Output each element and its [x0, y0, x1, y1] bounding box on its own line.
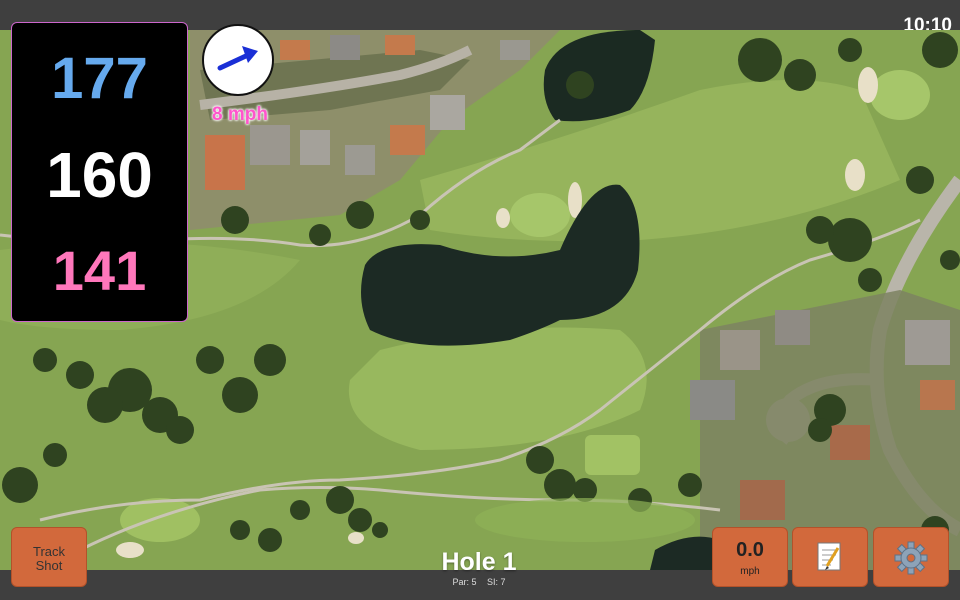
track-shot-label-line2: Shot — [35, 558, 63, 573]
wind-indicator — [202, 24, 274, 96]
gear-icon — [894, 541, 928, 575]
track-shot-button[interactable]: Track Shot — [11, 527, 87, 587]
speed-value: 0.0 — [736, 539, 764, 561]
hole-stroke-index: SI: 7 — [487, 577, 506, 587]
front-distance: 141 — [52, 239, 147, 302]
settings-button[interactable] — [873, 527, 949, 587]
distance-panel: 177 160 141 — [11, 22, 188, 322]
hole-details: Par: 5 SI: 7 — [379, 577, 579, 587]
track-shot-label-line1: Track — [32, 544, 66, 559]
hole-title[interactable]: Hole 1 — [379, 548, 579, 577]
speed-unit: mph — [740, 566, 760, 577]
hole-par: Par: 5 — [452, 577, 477, 587]
speed-button[interactable]: 0.0 mph — [712, 527, 788, 587]
back-distance: 177 — [51, 46, 148, 111]
wind-speed-label: 8 mph — [212, 104, 268, 125]
notepad-icon — [817, 542, 841, 571]
wind-arrow-icon — [217, 46, 258, 71]
middle-distance: 160 — [46, 139, 153, 211]
notes-button[interactable] — [792, 527, 868, 587]
